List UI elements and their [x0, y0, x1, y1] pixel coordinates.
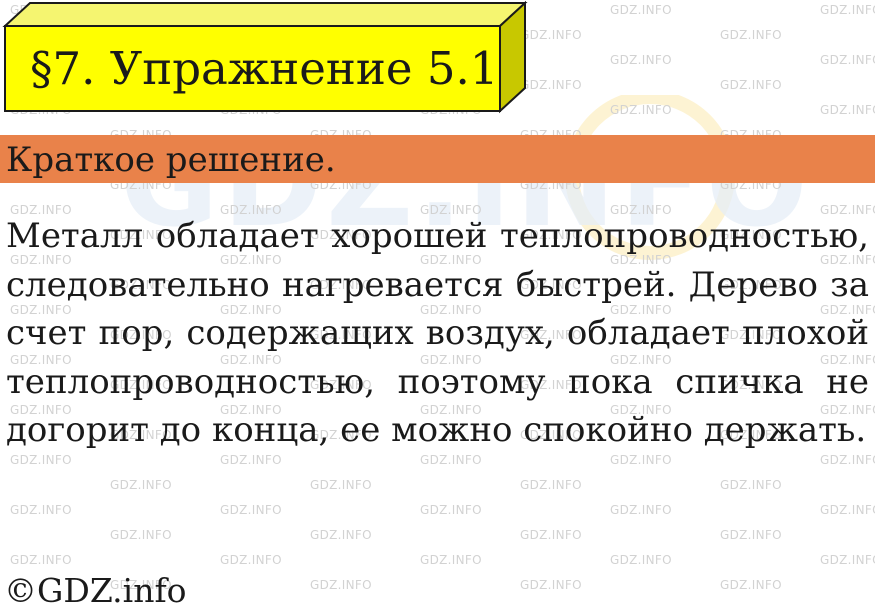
watermark-text: GDZ.INFO [720, 28, 782, 42]
watermark-text: GDZ.INFO [110, 478, 172, 492]
watermark-text: GDZ.INFO [820, 3, 875, 17]
watermark-text: GDZ.INFO [220, 453, 282, 467]
watermark-text: GDZ.INFO [420, 553, 482, 567]
watermark-text: GDZ.INFO [520, 528, 582, 542]
copyright-footer: ©GDZ.info [4, 571, 187, 605]
watermark-text: GDZ.INFO [310, 528, 372, 542]
watermark-text: GDZ.INFO [720, 528, 782, 542]
watermark-text: GDZ.INFO [520, 478, 582, 492]
answer-paragraph: Металл обладает хорошей теплопроводность… [6, 216, 869, 450]
watermark-text: GDZ.INFO [610, 453, 672, 467]
watermark-text: GDZ.INFO [10, 553, 72, 567]
watermark-text: GDZ.INFO [220, 503, 282, 517]
watermark-text: GDZ.INFO [720, 78, 782, 92]
section-label: Краткое решение. [6, 140, 336, 180]
watermark-text: GDZ.INFO [610, 553, 672, 567]
watermark-text: GDZ.INFO [820, 53, 875, 67]
watermark-text: GDZ.INFO [10, 453, 72, 467]
watermark-text: GDZ.INFO [720, 578, 782, 592]
watermark-text: GDZ.INFO [10, 503, 72, 517]
watermark-text: GDZ.INFO [820, 503, 875, 517]
watermark-text: GDZ.INFO [610, 53, 672, 67]
watermark-text: GDZ.INFO [820, 453, 875, 467]
watermark-text: GDZ.INFO [110, 528, 172, 542]
watermark-text: GDZ.INFO [520, 578, 582, 592]
watermark-text: GDZ.INFO [820, 103, 875, 117]
watermark-text: GDZ.INFO [310, 478, 372, 492]
watermark-text: GDZ.INFO [220, 553, 282, 567]
watermark-text: GDZ.INFO [610, 103, 672, 117]
watermark-text: GDZ.INFO [820, 553, 875, 567]
watermark-text: GDZ.INFO [610, 503, 672, 517]
page-title: §7. Упражнение 5.1 [30, 42, 499, 95]
watermark-text: GDZ.INFO [420, 453, 482, 467]
watermark-text: GDZ.INFO [310, 578, 372, 592]
watermark-text: GDZ.INFO [610, 3, 672, 17]
watermark-text: GDZ.INFO [420, 503, 482, 517]
watermark-text: GDZ.INFO [720, 478, 782, 492]
title-box: §7. Упражнение 5.1 [0, 0, 540, 120]
